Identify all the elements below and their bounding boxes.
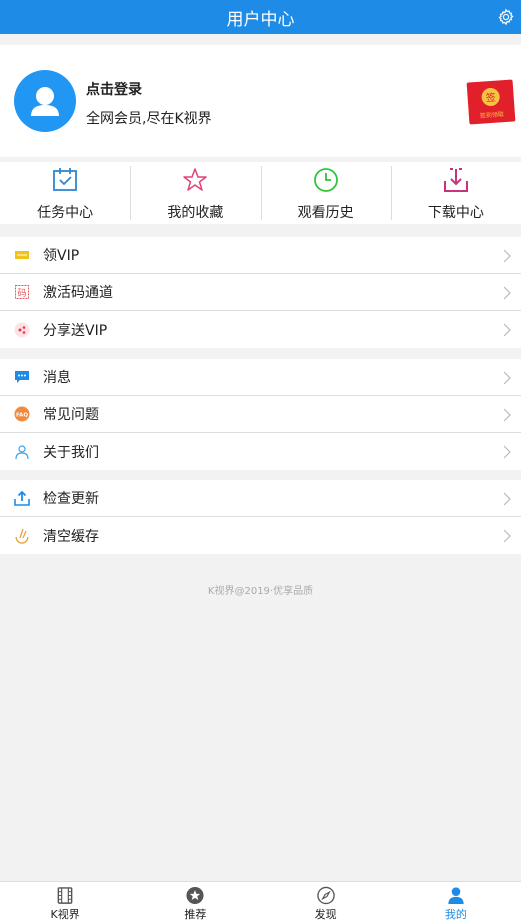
tab-mine-label: 我的	[444, 908, 467, 921]
star-icon	[183, 168, 208, 191]
profile-card[interactable]: 点击登录 全网会员,尽在K视界 签 签到领取	[0, 45, 521, 157]
activation-code-icon: 码	[14, 284, 30, 300]
red-packet-icon[interactable]: 签 签到领取	[466, 77, 516, 127]
update-icon	[14, 490, 30, 506]
login-subtitle: 全网会员,尽在K视界	[86, 111, 212, 127]
login-title[interactable]: 点击登录	[86, 79, 142, 99]
chevron-right-icon	[503, 492, 511, 506]
compass-icon	[316, 886, 335, 905]
clock-icon	[313, 168, 338, 192]
gear-icon[interactable]	[497, 8, 515, 26]
share-icon	[14, 322, 30, 338]
chevron-right-icon	[503, 371, 511, 385]
faq-icon: FAQ	[14, 406, 30, 422]
history-label: 观看历史	[297, 205, 354, 221]
star-badge-icon	[186, 886, 204, 905]
favorites-label: 我的收藏	[167, 205, 224, 221]
download-icon	[443, 168, 468, 192]
about-us-icon	[14, 444, 30, 460]
svg-text:FAQ: FAQ	[16, 413, 28, 419]
favorites-button[interactable]: 我的收藏	[130, 162, 260, 224]
messages-label: 消息	[43, 370, 71, 386]
faq-label: 常见问题	[43, 407, 99, 423]
get-vip-label: 领VIP	[43, 248, 80, 264]
top-bar: 用户中心	[0, 0, 521, 34]
vip-ticket-icon	[14, 247, 30, 263]
faq-item[interactable]: FAQ 常见问题	[0, 396, 521, 433]
calendar-check-icon	[53, 168, 78, 191]
tab-home[interactable]: K视界	[0, 882, 130, 922]
messages-item[interactable]: 消息	[0, 359, 521, 396]
avatar-person-icon	[31, 87, 59, 116]
clear-cache-label: 清空缓存	[43, 528, 99, 545]
system-menu-group: 检查更新 清空缓存	[0, 480, 521, 554]
chevron-right-icon	[503, 529, 511, 543]
chevron-right-icon	[503, 323, 511, 337]
check-update-label: 检查更新	[43, 491, 99, 507]
vip-menu-group: 领VIP 码 激活码通道 分享送VIP	[0, 237, 521, 348]
info-menu-group: 消息 FAQ 常见问题 关于我们	[0, 359, 521, 470]
page-title: 用户中心	[226, 9, 295, 30]
copyright-text: K视界@2019·优享品质	[207, 586, 314, 597]
tab-recommend-label: 推荐	[184, 908, 207, 921]
clear-cache-icon	[14, 528, 30, 544]
tab-recommend[interactable]: 推荐	[130, 882, 260, 922]
clear-cache-item[interactable]: 清空缓存	[0, 517, 521, 554]
tab-home-label: K视界	[50, 908, 80, 921]
about-us-label: 关于我们	[43, 444, 99, 461]
get-vip-item[interactable]: 领VIP	[0, 237, 521, 274]
chevron-right-icon	[503, 286, 511, 300]
chevron-right-icon	[503, 408, 511, 422]
activation-code-item[interactable]: 码 激活码通道	[0, 274, 521, 311]
bottom-tab-bar: K视界 推荐 发现 我的	[0, 881, 521, 922]
user-icon	[448, 887, 464, 905]
svg-text:签: 签	[485, 91, 496, 105]
svg-text:码: 码	[17, 288, 26, 299]
task-center-button[interactable]: 任务中心	[0, 162, 130, 224]
avatar[interactable]	[14, 70, 76, 132]
tab-mine[interactable]: 我的	[391, 882, 521, 922]
share-vip-item[interactable]: 分享送VIP	[0, 311, 521, 348]
message-icon	[14, 369, 30, 385]
chevron-right-icon	[503, 249, 511, 263]
film-icon	[57, 887, 73, 904]
task-center-label: 任务中心	[37, 205, 94, 221]
about-us-item[interactable]: 关于我们	[0, 433, 521, 470]
downloads-button[interactable]: 下载中心	[390, 162, 521, 224]
chevron-right-icon	[503, 445, 511, 459]
tab-discover-label: 发现	[314, 908, 337, 921]
quick-actions: 任务中心 我的收藏 观看历史 下载中心	[0, 162, 521, 224]
history-button[interactable]: 观看历史	[260, 162, 391, 224]
tab-discover[interactable]: 发现	[261, 882, 391, 922]
share-vip-label: 分享送VIP	[43, 322, 108, 339]
check-update-item[interactable]: 检查更新	[0, 480, 521, 517]
red-packet-text: 签到领取	[480, 110, 505, 120]
activation-code-label: 激活码通道	[43, 285, 113, 301]
downloads-label: 下载中心	[427, 205, 484, 221]
